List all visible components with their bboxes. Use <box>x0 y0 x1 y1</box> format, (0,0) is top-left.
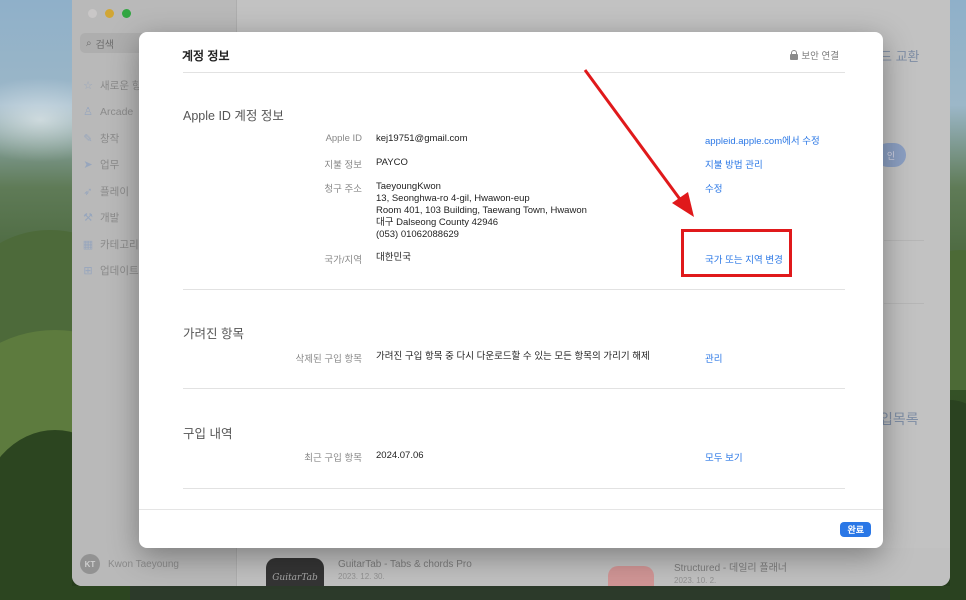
annotation-arrow <box>583 69 694 217</box>
arrow-shaft <box>583 69 684 203</box>
arrow-head-icon <box>672 192 694 217</box>
annotation-highlight-box <box>681 229 792 277</box>
